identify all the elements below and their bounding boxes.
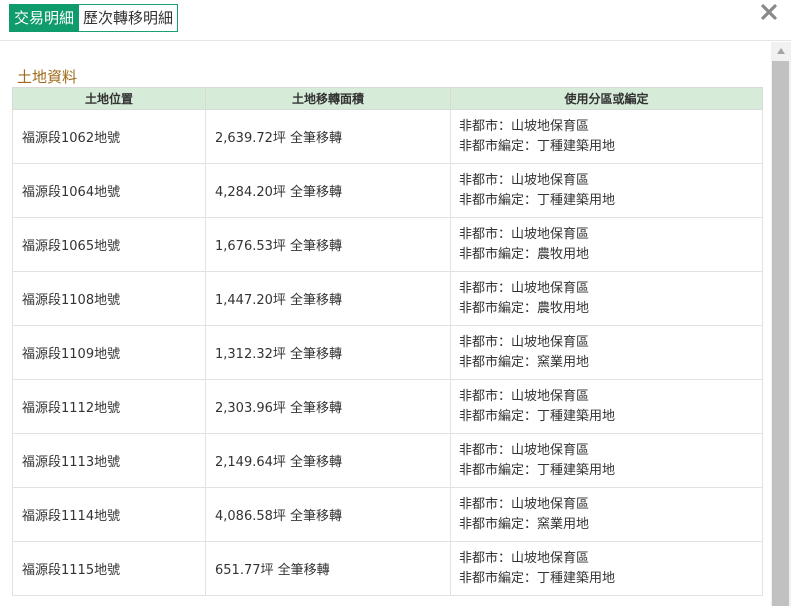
cell-location: 福源段1115地號: [12, 541, 206, 596]
zoning-district: 非都市：山坡地保育區: [459, 172, 590, 188]
zoning-designation: 非都市編定：農牧用地: [459, 246, 590, 262]
table-row: 福源段1109地號 1,312.32坪 全筆移轉 非都市：山坡地保育區 非都市編定：窯…: [12, 325, 763, 380]
cell-area: 1,312.32坪 全筆移轉: [205, 325, 451, 380]
land-data-table: 土地位置 土地移轉面積 使用分區或編定 福源段1062地號 2,639.72坪 全…: [12, 87, 763, 596]
cell-zoning: 非都市：山坡地保育區 非都市編定：農牧用地: [450, 217, 763, 272]
zoning-district: 非都市：山坡地保育區: [459, 226, 590, 242]
close-icon: [761, 4, 777, 20]
zoning-designation: 非都市編定：丁種建築用地: [459, 138, 616, 154]
tab-transaction-details[interactable]: 交易明細: [9, 4, 80, 32]
tab-transfer-history[interactable]: 歷次轉移明細: [79, 4, 179, 32]
column-header-area: 土地移轉面積: [205, 87, 451, 110]
scroll-up-arrow-icon: [777, 48, 785, 54]
cell-zoning: 非都市：山坡地保育區非都市編定：丁種建築用地: [450, 379, 763, 434]
cell-zoning: 非都市：山坡地保育區非都市編定：丁種建築用地: [450, 541, 763, 596]
table-header-row: 土地位置 土地移轉面積 使用分區或編定: [12, 87, 763, 110]
close-button[interactable]: [760, 3, 778, 21]
cell-area: 4,086.58坪 全筆移轉: [205, 487, 451, 542]
vertical-scrollbar[interactable]: [771, 42, 791, 606]
section-title: 土地資料: [17, 68, 78, 86]
cell-location: 福源段1062地號: [12, 109, 206, 164]
cell-zoning: 非都市：山坡地保育區非都市編定：丁種建築用地: [450, 109, 763, 164]
table-row: 福源段1064地號 4,284.20坪 全筆移轉 非都市：山坡地保育區非都市編定：丁…: [12, 163, 763, 218]
zoning-district: 非都市：山坡地保育區: [459, 334, 590, 350]
cell-area: 1,676.53坪 全筆移轉: [205, 217, 451, 272]
table-row: 福源段1113地號 2,149.64坪 全筆移轉 非都市：山坡地保育區非都市編定：丁…: [12, 433, 763, 488]
cell-location: 福源段1065地號: [12, 217, 206, 272]
cell-area: 2,639.72坪 全筆移轉: [205, 109, 451, 164]
cell-location: 福源段1114地號: [12, 487, 206, 542]
cell-location: 福源段1112地號: [12, 379, 206, 434]
zoning-district: 非都市：山坡地保育區: [459, 118, 590, 134]
cell-area: 2,149.64坪 全筆移轉: [205, 433, 451, 488]
cell-location: 福源段1109地號: [12, 325, 206, 380]
cell-area: 4,284.20坪 全筆移轉: [205, 163, 451, 218]
cell-zoning: 非都市：山坡地保育區非都市編定：丁種建築用地: [450, 433, 763, 488]
zoning-district: 非都市：山坡地保育區: [459, 550, 590, 566]
zoning-designation: 非都市編定：農牧用地: [459, 300, 590, 316]
zoning-designation: 非都市編定：丁種建築用地: [459, 408, 616, 424]
dialog-header: 交易明細 歷次轉移明細: [0, 0, 791, 41]
cell-location: 福源段1113地號: [12, 433, 206, 488]
column-header-location: 土地位置: [12, 87, 206, 110]
cell-zoning: 非都市：山坡地保育區 非都市編定：農牧用地: [450, 271, 763, 326]
table-row: 福源段1114地號 4,086.58坪 全筆移轉 非都市：山坡地保育區 非都市編定：窯…: [12, 487, 763, 542]
zoning-district: 非都市：山坡地保育區: [459, 442, 590, 458]
cell-area: 651.77坪 全筆移轉: [205, 541, 451, 596]
zoning-designation: 非都市編定：窯業用地: [459, 516, 590, 532]
table-row: 福源段1112地號 2,303.96坪 全筆移轉 非都市：山坡地保育區非都市編定：丁…: [12, 379, 763, 434]
table-row: 福源段1108地號 1,447.20坪 全筆移轉 非都市：山坡地保育區 非都市編定：農…: [12, 271, 763, 326]
scroll-up-button[interactable]: [771, 42, 791, 60]
zoning-district: 非都市：山坡地保育區: [459, 388, 590, 404]
zoning-district: 非都市：山坡地保育區: [459, 496, 590, 512]
cell-zoning: 非都市：山坡地保育區非都市編定：丁種建築用地: [450, 163, 763, 218]
zoning-district: 非都市：山坡地保育區: [459, 280, 590, 296]
cell-zoning: 非都市：山坡地保育區 非都市編定：窯業用地: [450, 325, 763, 380]
dialog-content[interactable]: 土地資料 土地位置 土地移轉面積 使用分區或編定 福源段1062地號 2,639.…: [0, 42, 770, 606]
zoning-designation: 非都市編定：窯業用地: [459, 354, 590, 370]
table-row: 福源段1115地號 651.77坪 全筆移轉 非都市：山坡地保育區非都市編定：丁種建…: [12, 541, 763, 596]
table-row: 福源段1065地號 1,676.53坪 全筆移轉 非都市：山坡地保育區 非都市編定：農…: [12, 217, 763, 272]
zoning-designation: 非都市編定：丁種建築用地: [459, 462, 616, 478]
table-row: 福源段1062地號 2,639.72坪 全筆移轉 非都市：山坡地保育區非都市編定：丁…: [12, 109, 763, 164]
cell-zoning: 非都市：山坡地保育區 非都市編定：窯業用地: [450, 487, 763, 542]
zoning-designation: 非都市編定：丁種建築用地: [459, 192, 616, 208]
cell-location: 福源段1064地號: [12, 163, 206, 218]
cell-area: 1,447.20坪 全筆移轉: [205, 271, 451, 326]
scrollbar-thumb[interactable]: [772, 61, 789, 606]
zoning-designation: 非都市編定：丁種建築用地: [459, 570, 616, 586]
tab-bar: 交易明細 歷次轉移明細: [9, 4, 179, 32]
cell-location: 福源段1108地號: [12, 271, 206, 326]
cell-area: 2,303.96坪 全筆移轉: [205, 379, 451, 434]
column-header-zoning: 使用分區或編定: [450, 87, 763, 110]
